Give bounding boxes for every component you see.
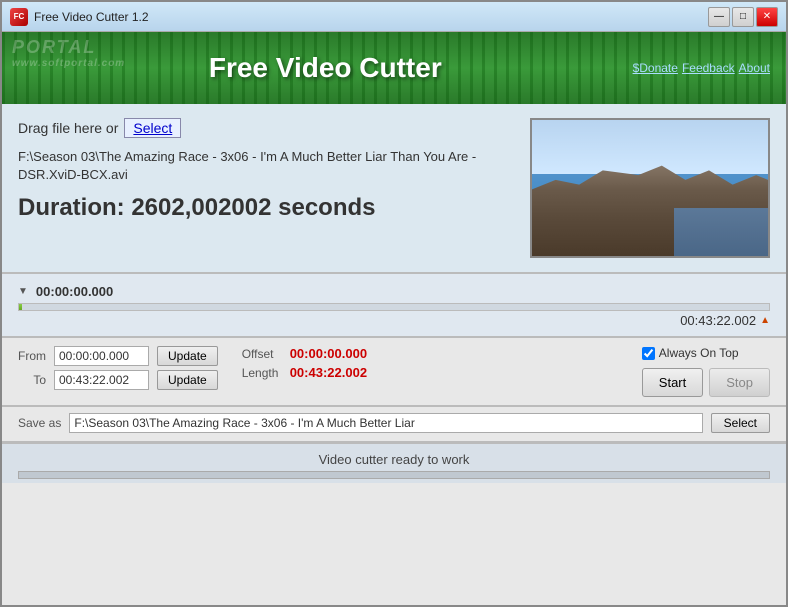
window-title: Free Video Cutter 1.2 <box>34 10 708 24</box>
to-input[interactable] <box>54 370 149 390</box>
to-row: To Update <box>18 370 218 390</box>
maximize-button[interactable]: □ <box>732 7 754 27</box>
length-label: Length <box>242 366 284 380</box>
to-label: To <box>18 373 46 387</box>
banner-title: Free Video Cutter <box>209 52 442 84</box>
feedback-link[interactable]: Feedback <box>682 61 735 75</box>
saveas-select-button[interactable]: Select <box>711 413 770 433</box>
close-button[interactable]: ✕ <box>756 7 778 27</box>
status-bar: Video cutter ready to work <box>2 443 786 483</box>
right-controls: Always On Top Start Stop <box>642 346 770 397</box>
stop-button[interactable]: Stop <box>709 368 770 397</box>
top-select-button[interactable]: Select <box>124 118 181 138</box>
saveas-row: Save as Select <box>18 413 770 433</box>
saveas-input[interactable] <box>69 413 702 433</box>
offset-row: Offset 00:00:00.000 <box>242 346 367 361</box>
video-water <box>674 208 768 256</box>
offset-length-block: Offset 00:00:00.000 Length 00:43:22.002 <box>242 346 367 380</box>
length-row: Length 00:43:22.002 <box>242 365 367 380</box>
titlebar: FC Free Video Cutter 1.2 — □ ✕ <box>2 2 786 32</box>
banner-links: $Donate Feedback About <box>633 61 770 75</box>
minimize-button[interactable]: — <box>708 7 730 27</box>
timeline-header: ▼ 00:00:00.000 <box>18 284 770 299</box>
length-value: 00:43:22.002 <box>290 365 367 380</box>
always-on-top-row: Always On Top <box>642 346 770 360</box>
video-sky <box>532 120 768 174</box>
start-button[interactable]: Start <box>642 368 703 397</box>
timeline-arrow-right-icon: ▲ <box>760 315 770 326</box>
duration-display: Duration: 2602,002002 seconds <box>18 194 518 222</box>
from-to-block: From Update To Update <box>18 346 218 390</box>
timeline-fill <box>19 304 22 310</box>
saveas-section: Save as Select <box>2 407 786 443</box>
main-window: FC Free Video Cutter 1.2 — □ ✕ PORTAL ww… <box>0 0 788 607</box>
banner: PORTAL www.softportal.com Free Video Cut… <box>2 32 786 104</box>
timeline-section: ▼ 00:00:00.000 00:43:22.002 ▲ <box>2 274 786 338</box>
start-stop-block: Start Stop <box>642 366 770 397</box>
timeline-footer: 00:43:22.002 ▲ <box>18 313 770 328</box>
filename-display: F:\Season 03\The Amazing Race - 3x06 - I… <box>18 148 498 184</box>
about-link[interactable]: About <box>739 61 770 75</box>
main-content: Drag file here or Select F:\Season 03\Th… <box>2 104 786 605</box>
timeline-end-time: 00:43:22.002 <box>680 313 756 328</box>
controls-row: From Update To Update Offset 00:00:00.00… <box>18 346 770 397</box>
from-row: From Update <box>18 346 218 366</box>
video-preview <box>530 118 770 258</box>
timeline-arrow-left-icon: ▼ <box>18 286 28 297</box>
drag-row: Drag file here or Select <box>18 118 518 138</box>
timeline-current-time: 00:00:00.000 <box>36 284 113 299</box>
controls-section: From Update To Update Offset 00:00:00.00… <box>2 338 786 407</box>
to-update-button[interactable]: Update <box>157 370 218 390</box>
offset-label: Offset <box>242 347 284 361</box>
saveas-label: Save as <box>18 416 61 430</box>
file-info: Drag file here or Select F:\Season 03\Th… <box>18 118 518 258</box>
from-label: From <box>18 349 46 363</box>
donate-link[interactable]: $Donate <box>633 61 678 75</box>
timeline-bar[interactable] <box>18 303 770 311</box>
progress-bar <box>18 471 770 479</box>
drag-text: Drag file here or <box>18 120 118 136</box>
always-on-top-checkbox[interactable] <box>642 347 655 360</box>
watermark: PORTAL www.softportal.com <box>12 37 125 69</box>
top-section: Drag file here or Select F:\Season 03\Th… <box>2 104 786 274</box>
always-on-top-label: Always On Top <box>659 346 739 360</box>
window-controls: — □ ✕ <box>708 7 778 27</box>
from-input[interactable] <box>54 346 149 366</box>
status-text: Video cutter ready to work <box>18 452 770 467</box>
app-icon: FC <box>10 8 28 26</box>
from-update-button[interactable]: Update <box>157 346 218 366</box>
offset-value: 00:00:00.000 <box>290 346 367 361</box>
